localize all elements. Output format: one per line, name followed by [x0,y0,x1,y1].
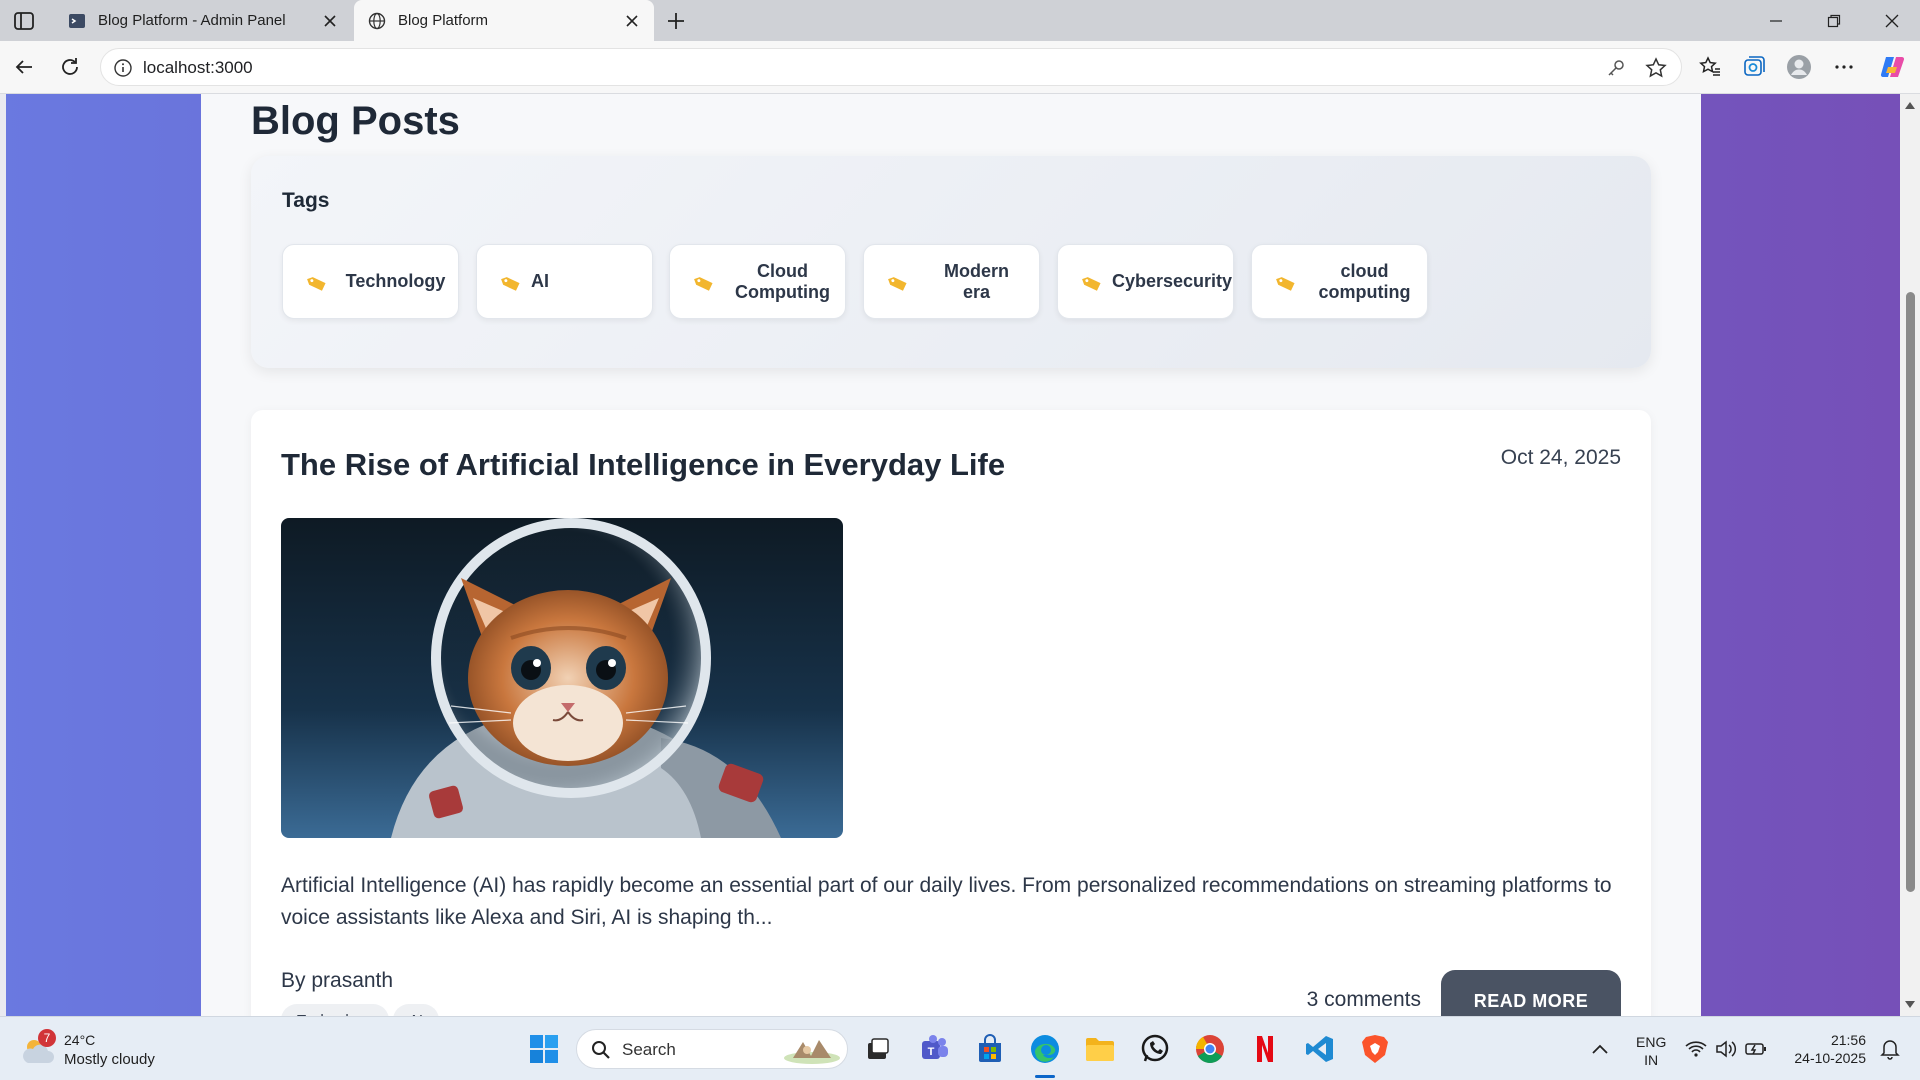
tag-ai[interactable]: AI [476,244,653,319]
collections-icon[interactable] [1740,53,1768,81]
weather-alert-badge: 7 [38,1029,56,1047]
close-icon[interactable] [624,13,640,29]
browser-toolbar: localhost:3000 [0,41,1920,94]
new-tab-icon[interactable] [664,9,688,33]
weather-condition: Mostly cloudy [64,1051,155,1068]
tag-icon [888,277,907,291]
post-tag[interactable]: Technology [281,1004,389,1016]
post-card: The Rise of Artificial Intelligence in E… [251,410,1651,1016]
tag-technology[interactable]: Technology [282,244,459,319]
tags-heading: Tags [282,189,330,212]
battery-icon[interactable] [1738,1031,1774,1067]
tag-modern-era[interactable]: Modern era [863,244,1040,319]
url-text[interactable]: localhost:3000 [143,58,253,78]
page-scrollbar[interactable] [1900,94,1920,1016]
astronaut-cat-image [281,518,843,838]
read-more-button[interactable]: READ MORE [1441,970,1621,1016]
taskbar-search[interactable]: Search [576,1029,848,1069]
favorite-star-icon[interactable] [1645,57,1667,79]
tag-icon [1082,277,1101,291]
address-bar[interactable]: localhost:3000 [100,48,1682,86]
weather-widget[interactable]: 7 24°C Mostly cloudy [20,1029,190,1071]
tab-admin-panel[interactable]: Blog Platform - Admin Panel [54,0,352,41]
site-info-icon[interactable] [113,58,133,78]
browser-tab-bar: Blog Platform - Admin Panel Blog Platfor… [0,0,1920,41]
search-icon [592,1041,610,1059]
post-title[interactable]: The Rise of Artificial Intelligence in E… [281,447,1005,483]
input-language[interactable]: ENG IN [1636,1033,1666,1069]
windows-start-icon[interactable] [526,1031,562,1067]
task-view-icon[interactable] [860,1031,896,1067]
tab-actions-icon[interactable] [12,10,36,32]
system-clock[interactable]: 21:56 24-10-2025 [1786,1031,1866,1067]
tags-panel: Tags Technology AI Cloud Computing Moder… [251,156,1651,368]
edge-browser-icon[interactable] [1027,1031,1063,1067]
page-title: Blog Posts [251,99,460,143]
netflix-icon[interactable] [1247,1031,1283,1067]
tab-blog-platform[interactable]: Blog Platform [354,0,654,41]
restore-icon[interactable] [1806,0,1862,41]
tab-title: Blog Platform - Admin Panel [98,12,286,29]
tag-cloud-computing[interactable]: Cloud Computing [669,244,846,319]
more-options-icon[interactable] [1830,53,1858,81]
scrollbar-thumb[interactable] [1906,292,1915,892]
copilot-icon[interactable] [1878,53,1906,81]
scroll-up-arrow-icon[interactable] [1904,100,1916,112]
tag-label: Cybersecurity [1112,271,1233,291]
teams-icon[interactable]: T [916,1031,952,1067]
search-highlight-icon [784,1040,840,1064]
favorites-icon[interactable] [1696,53,1724,81]
notifications-bell-icon[interactable] [1872,1031,1908,1067]
globe-icon [368,12,386,29]
minimize-icon[interactable] [1748,0,1804,41]
chrome-icon[interactable] [1192,1031,1228,1067]
weather-temperature: 24°C [64,1032,96,1048]
post-cover-image[interactable] [281,518,843,838]
post-tag-list: Technology AI [281,1004,440,1016]
brave-browser-icon[interactable] [1357,1031,1393,1067]
svg-text:T: T [928,1046,935,1058]
back-arrow-icon[interactable] [10,53,38,81]
key-icon[interactable] [1605,57,1627,79]
page-viewport: Blog Posts Tags Technology AI Cloud Comp… [0,94,1900,1016]
profile-avatar-icon[interactable] [1785,53,1813,81]
tag-icon [694,277,713,291]
tray-overflow-chevron-icon[interactable] [1582,1031,1618,1067]
tag-label: Cloud Computing [735,260,830,302]
post-excerpt: Artificial Intelligence (AI) has rapidly… [281,874,1612,929]
search-label: Search [622,1040,676,1059]
windows-taskbar: 7 24°C Mostly cloudy Search T ENG IN 21:… [0,1016,1920,1080]
refresh-icon[interactable] [56,53,84,81]
file-explorer-icon[interactable] [1082,1031,1118,1067]
tag-cloud-computing-lower[interactable]: cloud computing [1251,244,1428,319]
post-tag[interactable]: AI [392,1004,440,1016]
main-content: Blog Posts Tags Technology AI Cloud Comp… [201,94,1701,1016]
region-code: IN [1644,1052,1659,1068]
tag-icon [1276,277,1295,291]
terminal-icon [69,13,85,28]
tag-icon [501,277,520,291]
language-code: ENG [1636,1034,1667,1050]
active-app-indicator [1035,1075,1055,1078]
clock-time: 21:56 [1830,1032,1866,1048]
whatsapp-icon[interactable] [1137,1031,1173,1067]
tag-label: Modern era [944,260,1009,302]
vscode-icon[interactable] [1302,1031,1338,1067]
comments-count[interactable]: 3 comments [1307,988,1421,1012]
post-author: By prasanth [281,969,394,992]
close-icon[interactable] [322,13,338,29]
tag-label: cloud computing [1318,260,1411,302]
tab-title: Blog Platform [398,12,489,29]
tag-cybersecurity[interactable]: Cybersecurity [1057,244,1234,319]
window-close-icon[interactable] [1864,0,1920,41]
tag-icon [307,277,326,291]
clock-date: 24-10-2025 [1794,1050,1866,1066]
tag-label: AI [531,271,549,291]
tag-label: Technology [345,271,446,291]
microsoft-store-icon[interactable] [972,1031,1008,1067]
scroll-down-arrow-icon[interactable] [1904,998,1916,1010]
post-date: Oct 24, 2025 [1500,446,1621,469]
